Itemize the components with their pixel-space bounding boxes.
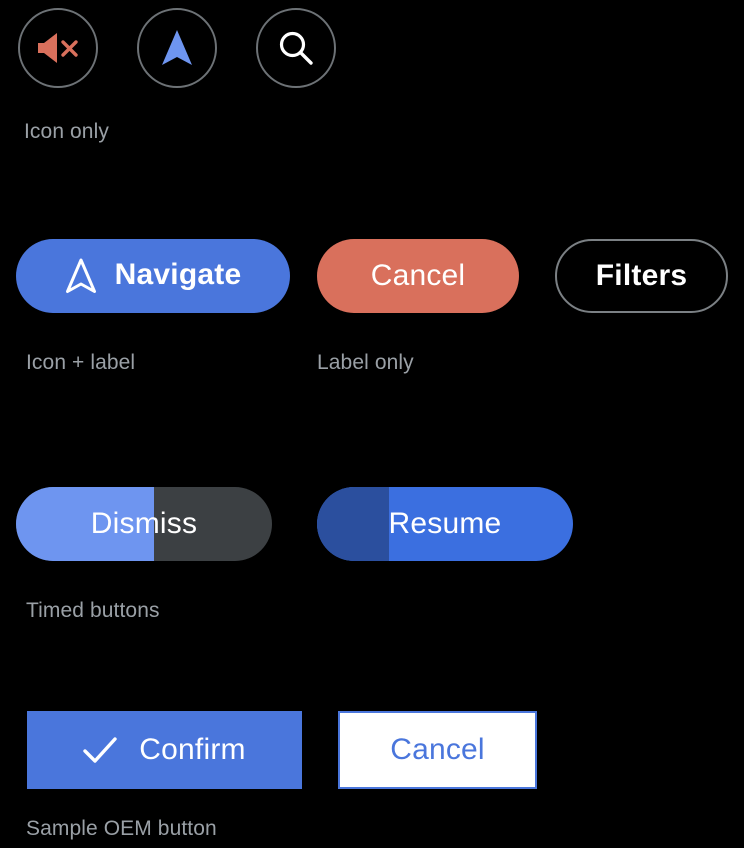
search-button[interactable] [256, 8, 336, 88]
caption-label-only: Label only [317, 351, 414, 375]
mute-button[interactable] [18, 8, 98, 88]
caption-icon-label: Icon + label [26, 351, 135, 375]
filters-button-label: Filters [596, 259, 687, 293]
cancel-oem-label: Cancel [390, 733, 485, 767]
resume-timed-button[interactable]: Resume [317, 487, 573, 561]
filters-button[interactable]: Filters [555, 239, 728, 313]
confirm-button[interactable]: Confirm [27, 711, 302, 789]
cancel-oem-button[interactable]: Cancel [338, 711, 537, 789]
navigate-icon-button[interactable] [137, 8, 217, 88]
caption-oem-button: Sample OEM button [26, 817, 217, 841]
caption-icon-only: Icon only [24, 120, 109, 144]
resume-button-label: Resume [389, 507, 502, 541]
resume-progress-fill [317, 487, 389, 561]
navigate-button-label: Navigate [115, 258, 242, 292]
navigation-arrow-icon [160, 28, 194, 68]
cancel-pill-button[interactable]: Cancel [317, 239, 519, 313]
search-icon [277, 29, 315, 67]
check-icon [83, 736, 117, 764]
dismiss-timed-button[interactable]: Dismiss [16, 487, 272, 561]
dismiss-button-label: Dismiss [91, 507, 197, 541]
cancel-pill-label: Cancel [371, 259, 466, 293]
volume-off-icon [36, 31, 80, 65]
navigate-button[interactable]: Navigate [16, 239, 290, 313]
confirm-button-label: Confirm [139, 733, 245, 767]
navigation-arrow-outline-icon [65, 257, 97, 295]
caption-timed-buttons: Timed buttons [26, 599, 160, 623]
